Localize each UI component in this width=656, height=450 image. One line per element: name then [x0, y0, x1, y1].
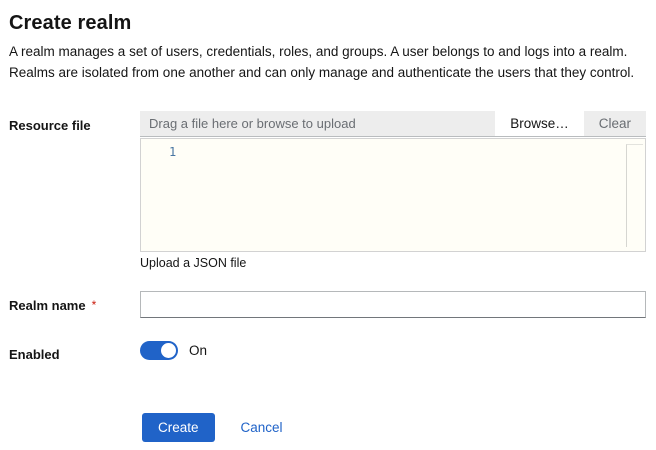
file-upload-filename-input[interactable]	[140, 111, 495, 136]
create-realm-form: Resource file Browse… Clear 1 Upload a J…	[9, 111, 646, 442]
realm-name-row: Realm name *	[9, 291, 646, 318]
upload-helper-text: Upload a JSON file	[140, 256, 646, 270]
resource-file-label: Resource file	[9, 118, 91, 133]
realm-name-label: Realm name	[9, 298, 86, 313]
enabled-row: Enabled On	[9, 340, 646, 364]
realm-name-input[interactable]	[140, 291, 646, 318]
toggle-knob	[161, 343, 176, 358]
browse-button[interactable]: Browse…	[495, 111, 584, 136]
realm-name-label-cell: Realm name *	[9, 291, 140, 315]
file-upload-bar: Browse… Clear	[140, 111, 646, 137]
realm-name-field-cell	[140, 291, 646, 318]
page-title: Create realm	[9, 10, 646, 36]
clear-button[interactable]: Clear	[584, 111, 646, 136]
enabled-toggle-wrap: On	[140, 340, 646, 360]
page-description: A realm manages a set of users, credenti…	[9, 41, 646, 83]
json-code-editor[interactable]: 1	[140, 138, 646, 252]
toggle-state-label: On	[189, 343, 207, 358]
enabled-field-cell: On	[140, 340, 646, 360]
cancel-link[interactable]: Cancel	[241, 420, 283, 435]
enabled-label: Enabled	[9, 347, 60, 362]
resource-file-label-cell: Resource file	[9, 111, 140, 135]
create-realm-page: Create realm A realm manages a set of us…	[0, 0, 656, 442]
resource-file-row: Resource file Browse… Clear 1 Upload a J…	[9, 111, 646, 270]
resource-file-field-cell: Browse… Clear 1 Upload a JSON file	[140, 111, 646, 270]
required-indicator: *	[92, 298, 97, 312]
enabled-label-cell: Enabled	[9, 340, 140, 364]
editor-scrollbar-track[interactable]	[626, 144, 643, 247]
editor-line-number: 1	[169, 145, 176, 159]
enabled-toggle[interactable]	[140, 341, 178, 360]
form-actions: Create Cancel	[142, 413, 646, 442]
create-button[interactable]: Create	[142, 413, 215, 442]
